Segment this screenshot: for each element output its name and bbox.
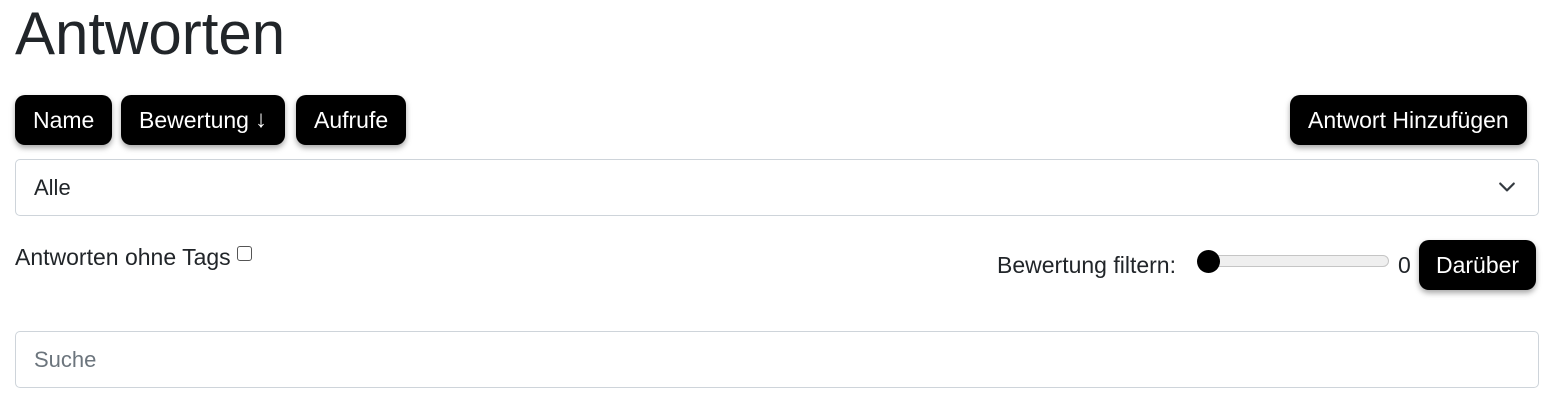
sort-by-rating-label: Bewertung (139, 106, 249, 133)
rating-slider-track (1199, 255, 1389, 267)
search-input[interactable] (15, 331, 1539, 388)
sort-by-name-label: Name (33, 106, 95, 133)
rating-slider-value: 0 (1398, 252, 1411, 278)
add-answer-label: Antwort Hinzufügen (1308, 106, 1509, 133)
sort-by-views-button[interactable]: Aufrufe (296, 95, 407, 145)
answers-page: Antworten Name Bewertung ↓ Aufrufe Antwo… (0, 0, 1554, 402)
add-answer-button[interactable]: Antwort Hinzufügen (1290, 95, 1527, 145)
untagged-filter: Antworten ohne Tags (15, 244, 252, 271)
sort-by-name-button[interactable]: Name (15, 95, 113, 145)
above-filter-label: Darüber (1436, 251, 1520, 278)
untagged-filter-label: Antworten ohne Tags (15, 244, 231, 270)
chevron-down-icon (1499, 182, 1515, 192)
untagged-checkbox[interactable] (236, 246, 252, 261)
sort-descending-arrow-icon: ↓ (254, 106, 267, 133)
rating-slider-thumb[interactable] (1197, 250, 1220, 273)
rating-filter-label: Bewertung filtern: (997, 252, 1176, 278)
rating-slider[interactable] (1197, 250, 1389, 273)
above-filter-button[interactable]: Darüber (1419, 240, 1537, 290)
tag-select[interactable]: Alle (15, 159, 1539, 216)
sort-by-views-label: Aufrufe (314, 106, 389, 133)
page-title: Antworten (15, 0, 286, 67)
sort-by-rating-button[interactable]: Bewertung ↓ (121, 95, 285, 145)
tag-select-value: Alle (34, 174, 71, 200)
